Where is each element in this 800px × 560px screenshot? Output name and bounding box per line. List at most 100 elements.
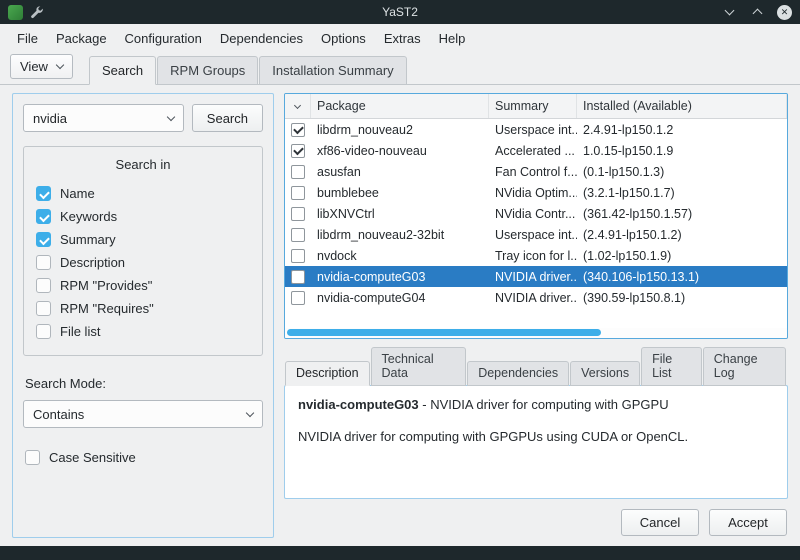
detail-tab-technical-data[interactable]: Technical Data [370,347,467,386]
package-row-asusfan[interactable]: asusfan Fan Control f... (0.1-lp150.1.3) [285,161,787,182]
search-in-list: Name Keywords Summary Description RPM "Provi… [34,182,252,343]
close-icon[interactable] [777,4,792,20]
package-version: (390.59-lp150.8.1) [583,290,686,305]
cancel-button[interactable]: Cancel [621,509,699,536]
search-term-combobox[interactable] [23,104,184,132]
case-sensitive-checkbox[interactable]: Case Sensitive [23,446,263,469]
menu-dependencies[interactable]: Dependencies [211,27,312,50]
chevron-down-icon [166,112,176,121]
accept-button[interactable]: Accept [709,509,787,536]
checkbox-indicator [36,278,51,293]
tab-installation-summary[interactable]: Installation Summary [259,56,407,85]
checkbox-label: RPM "Provides" [60,278,153,293]
detail-tab-versions[interactable]: Versions [570,361,641,386]
installed-column-header[interactable]: Installed (Available) [577,94,787,118]
titlebar[interactable]: YaST2 [0,0,800,24]
checkbox-indicator [291,290,305,305]
window-title: YaST2 [382,5,418,19]
package-checkbox[interactable] [285,164,311,179]
search-row: Search [23,104,263,132]
package-checkbox[interactable] [285,269,311,284]
package-name: nvidia-computeG04 [317,290,426,305]
search-input[interactable] [33,110,143,126]
package-name: libdrm_nouveau2 [317,122,413,137]
menu-extras[interactable]: Extras [375,27,430,50]
menubar: File Package Configuration Dependencies Opti… [0,24,800,52]
package-name: asusfan [317,164,361,179]
checkbox-indicator [291,269,305,284]
chevron-down-icon [293,101,302,109]
package-checkbox[interactable] [285,122,311,137]
description-package-name: nvidia-computeG03 [298,397,419,412]
package-name: nvidia-computeG03 [317,269,426,284]
checkbox-description[interactable]: Description [34,251,252,274]
package-summary: NVIDIA driver... [495,290,577,305]
wrench-icon [29,5,44,20]
search-mode-dropdown[interactable]: Contains [23,400,263,428]
package-version: 1.0.15-lp150.1.9 [583,143,674,158]
yast2-window: YaST2 FilePackageConfigurationDependenci… [0,0,800,560]
search-in-title: Search in [115,157,171,172]
maximize-button[interactable] [749,4,765,20]
search-button[interactable]: Search [191,104,263,132]
package-row-libdrm-nouveau2[interactable]: libdrm_nouveau2 Userspace int... 2.4.91-lp… [285,119,787,140]
checkbox-indicator [291,122,305,137]
tab-search[interactable]: Search [88,56,157,85]
package-version: (361.42-lp150.1.57) [583,206,693,221]
package-version: (340.106-lp150.13.1) [583,269,700,284]
chevron-down-icon [55,60,65,70]
package-row-bumblebee[interactable]: bumblebee NVidia Optim... (3.2.1-lp150.1.7… [285,182,787,203]
package-checkbox[interactable] [285,227,311,242]
checkbox-indicator [25,450,40,465]
package-row-nvdock[interactable]: nvdock Tray icon for l... (1.02-lp150.1.9) [285,245,787,266]
package-checkbox[interactable] [285,290,311,305]
package-summary: Tray icon for l... [495,248,577,263]
checkbox-indicator [36,324,51,339]
package-row-libxnvctrl[interactable]: libXNVCtrl NVidia Contr... (361.42-lp150.1… [285,203,787,224]
horizontal-scrollbar[interactable] [285,328,787,338]
search-mode-value: Contains [33,406,85,422]
checkbox-file-list[interactable]: File list [34,320,252,343]
package-checkbox[interactable] [285,206,311,221]
package-row-nvidia-computeg03[interactable]: nvidia-computeG03 NVIDIA driver... (340.10… [285,266,787,287]
package-row-xf86-video-nouveau[interactable]: xf86-video-nouveau Accelerated ... 1.0.15-… [285,140,787,161]
menu-options[interactable]: Options [312,27,375,50]
package-name: xf86-video-nouveau [317,143,427,158]
package-row-nvidia-computeg04[interactable]: nvidia-computeG04 NVIDIA driver... (390.59… [285,287,787,308]
description-panel: nvidia-computeG03 - NVIDIA driver for co… [284,385,788,499]
checkbox-indicator [36,232,51,247]
yast-logo-icon [8,4,23,20]
checkbox-indicator [291,164,305,179]
tab-rpm-groups[interactable]: RPM Groups [157,56,259,85]
detail-tab-description[interactable]: Description [285,361,370,386]
checkbox-label: Summary [60,232,116,247]
scrollbar-thumb[interactable] [287,329,601,336]
checkbox-rpm-provides[interactable]: RPM "Provides" [34,274,252,297]
package-summary: NVidia Contr... [495,206,576,221]
status-column-header[interactable] [285,94,311,118]
detail-tab-change-log[interactable]: Change Log [702,347,786,386]
checkbox-keywords[interactable]: Keywords [34,205,252,228]
package-summary: NVIDIA driver... [495,269,577,284]
package-checkbox[interactable] [285,185,311,200]
view-dropdown-label: View [20,59,48,74]
checkbox-name[interactable]: Name [34,182,252,205]
view-dropdown[interactable]: View [10,54,73,79]
menu-configuration[interactable]: Configuration [116,27,211,50]
minimize-button[interactable] [721,4,737,20]
checkbox-rpm-requires[interactable]: RPM "Requires" [34,297,252,320]
package-column-header[interactable]: Package [311,94,489,118]
menu-file[interactable]: File [8,27,47,50]
package-row-libdrm-nouveau2-32bit[interactable]: libdrm_nouveau2-32bit Userspace int... (2.… [285,224,787,245]
summary-column-header[interactable]: Summary [489,94,577,118]
menu-help[interactable]: Help [430,27,475,50]
detail-tab-dependencies[interactable]: Dependencies [467,361,570,386]
menu-package[interactable]: Package [47,27,116,50]
package-checkbox[interactable] [285,143,311,158]
search-in-groupbox: Search in Name Keywords Summary Description… [23,146,263,356]
package-checkbox[interactable] [285,248,311,263]
detail-tab-file-list[interactable]: File List [641,347,702,386]
package-version: (1.02-lp150.1.9) [583,248,672,263]
checkbox-summary[interactable]: Summary [34,228,252,251]
package-version: (2.4.91-lp150.1.2) [583,227,682,242]
